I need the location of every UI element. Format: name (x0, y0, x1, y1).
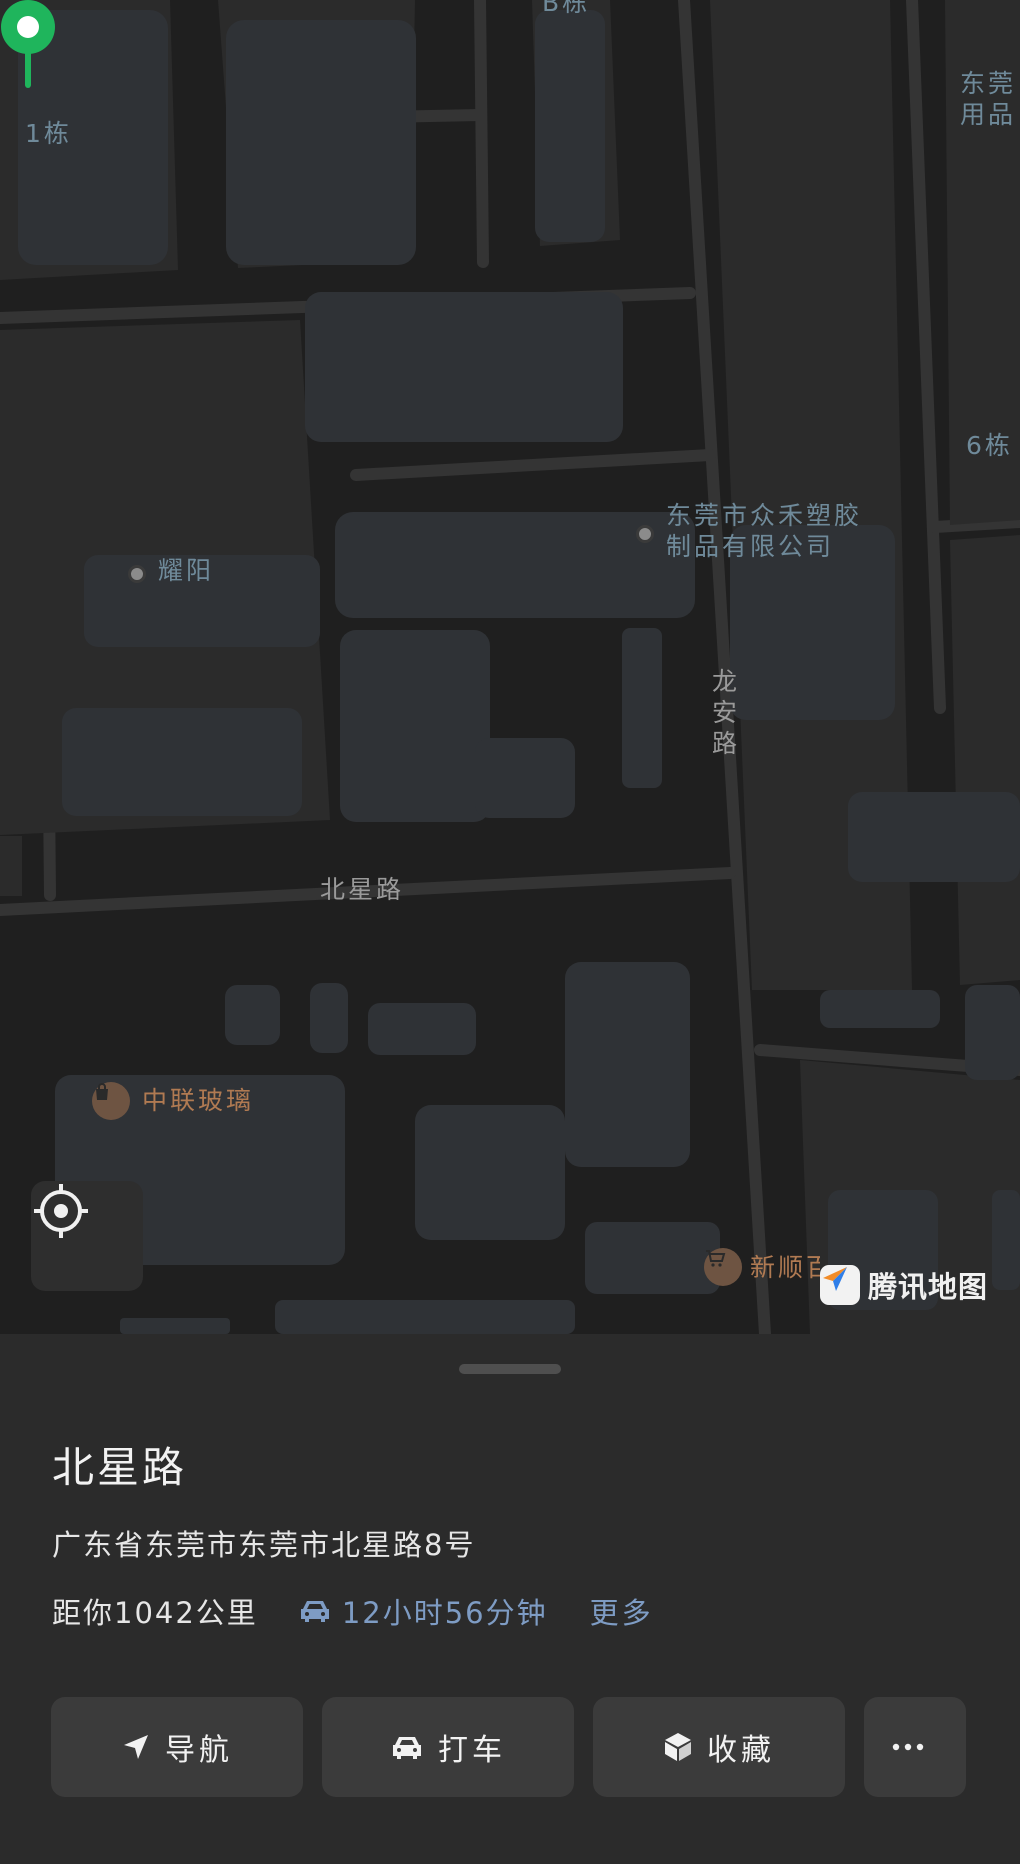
building-6-label: 6栋 (966, 431, 1013, 460)
navigate-button[interactable]: 导航 (51, 1697, 303, 1797)
map-view[interactable]: B栋 1栋 6栋 东莞用品 东莞市众禾塑胶 制品有限公司 耀阳 龙安路 北星路 … (0, 0, 1020, 1334)
crosshair-icon (34, 1184, 88, 1238)
tencent-map-logo-icon (820, 1265, 860, 1305)
box-icon (665, 1733, 691, 1761)
taxi-label: 打车 (438, 1733, 506, 1768)
taxi-car-icon (393, 1737, 421, 1759)
sheet-drag-handle[interactable] (459, 1364, 561, 1374)
map-base (0, 0, 1020, 1334)
corner-company-label: 东莞用品 (960, 69, 1017, 129)
more-routes-link[interactable]: 更多 (590, 1590, 654, 1632)
action-buttons: 导航 打车 收藏 (51, 1697, 966, 1797)
favorite-button[interactable]: 收藏 (593, 1697, 845, 1797)
drive-time-link[interactable]: 12小时56分钟 (298, 1590, 548, 1632)
building-b-label: B栋 (542, 0, 591, 17)
brand-text: 腾讯地图 (868, 1270, 989, 1304)
zhonglian-glass-label[interactable]: 中联玻璃 (142, 1085, 254, 1117)
company-poi-dot (636, 525, 654, 543)
company-label-line2[interactable]: 制品有限公司 (666, 531, 834, 563)
car-icon (300, 1601, 329, 1622)
more-actions-button[interactable] (864, 1697, 966, 1797)
yaoyang-poi-dot (128, 565, 146, 583)
beixing-road-label: 北星路 (320, 875, 405, 904)
route-info-row: 距你1042公里 12小时56分钟 更多 (52, 1590, 654, 1632)
drive-time-text: 12小时56分钟 (341, 1596, 548, 1630)
yaoyang-label[interactable]: 耀阳 (158, 555, 214, 587)
place-address: 广东省东莞市东莞市北星路8号 (52, 1528, 476, 1562)
distance-text: 距你1042公里 (52, 1596, 258, 1630)
xinshun-store-label[interactable]: 新顺百货 (750, 1252, 820, 1284)
shopping-cart-icon (704, 1248, 742, 1286)
place-title: 北星路 (52, 1443, 188, 1492)
navigation-arrow-icon (124, 1735, 148, 1759)
company-label-line1[interactable]: 东莞市众禾塑胶 (666, 500, 862, 532)
longan-road-label: 龙安路 (711, 667, 740, 758)
locate-me-button[interactable] (31, 1181, 143, 1291)
building-1-label: 1栋 (25, 119, 72, 148)
taxi-button[interactable]: 打车 (322, 1697, 574, 1797)
place-detail-sheet: 北星路 广东省东莞市东莞市北星路8号 距你1042公里 12小时56分钟 更多 … (0, 1334, 1020, 1864)
location-pin-icon (1, 0, 55, 88)
more-dots-icon (892, 1743, 924, 1751)
navigate-label: 导航 (165, 1733, 233, 1768)
favorite-label: 收藏 (707, 1733, 775, 1768)
shopping-bag-icon (92, 1082, 130, 1120)
map-brand: 腾讯地图 (820, 1264, 988, 1306)
